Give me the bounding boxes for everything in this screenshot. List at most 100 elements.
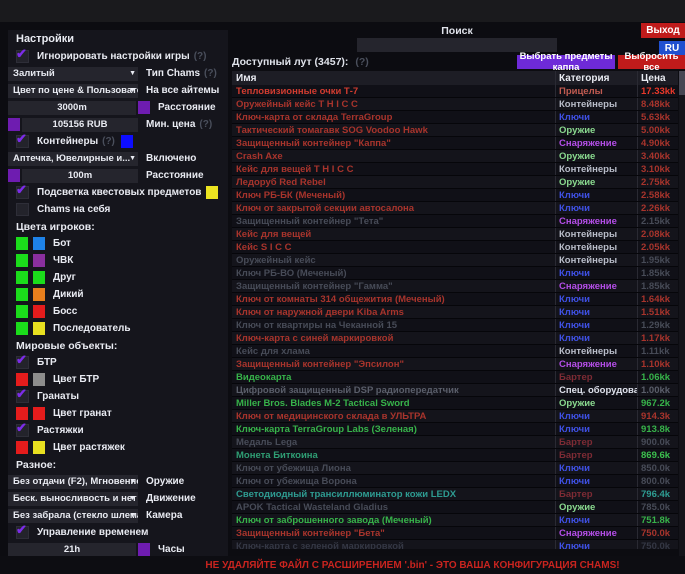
- help-hint[interactable]: (?): [199, 119, 212, 130]
- table-row[interactable]: Защищенный контейнер "Гамма"Снаряжение1.…: [232, 280, 678, 293]
- ignore-game-settings-checkbox[interactable]: ✔: [16, 50, 29, 63]
- item-category: Снаряжение: [556, 280, 638, 292]
- min-price-input[interactable]: 105156 RUB: [22, 118, 138, 132]
- table-row[interactable]: Кейс для хламаКонтейнеры1.11kk: [232, 345, 678, 358]
- table-row[interactable]: Ключ РБ-ВО (Меченый)Ключи1.85kk: [232, 267, 678, 280]
- hours-input[interactable]: 21h: [8, 543, 136, 557]
- table-row[interactable]: Ледоруб Red RebelОружие2.75kk: [232, 176, 678, 189]
- search-input[interactable]: [357, 38, 557, 52]
- table-row[interactable]: Ключ-карта с зеленой маркировкойКлючи750…: [232, 540, 678, 549]
- item-category: Оружие: [556, 124, 638, 136]
- visible-color-swatch[interactable]: [16, 407, 28, 420]
- table-row[interactable]: Ключ от квартиры на Чеканной 15Ключи1.29…: [232, 319, 678, 332]
- self-chams-checkbox[interactable]: [16, 203, 29, 216]
- table-row[interactable]: Тепловизионные очки Т-7Прицелы17.33kk: [232, 85, 678, 98]
- chams-type-dropdown[interactable]: Залитый ▼: [8, 67, 138, 81]
- table-row[interactable]: Медаль LegaБартер900.0k: [232, 436, 678, 449]
- item-name: Ключ от медицинского склада в УЛЬТРА: [232, 410, 556, 422]
- visible-color-swatch[interactable]: [16, 373, 28, 386]
- table-row[interactable]: Ключ от заброшенного завода (Меченый)Клю…: [232, 514, 678, 527]
- containers-filter-row: Аптечка, Ювелирные и... ▼ Включено: [8, 150, 228, 167]
- scrollbar-thumb[interactable]: [679, 71, 685, 95]
- containers-checkbox[interactable]: ✔: [16, 135, 29, 148]
- visible-color-swatch[interactable]: [16, 305, 28, 318]
- tripwires-checkbox[interactable]: ✔: [16, 424, 29, 437]
- column-header-price[interactable]: Цена: [638, 71, 678, 85]
- camera-dropdown[interactable]: Без забрала (стекло шлема) ▼: [8, 509, 138, 523]
- help-hint[interactable]: (?): [355, 56, 368, 68]
- table-row[interactable]: Ключ от комнаты 314 общежития (Меченый)К…: [232, 293, 678, 306]
- column-header-name[interactable]: Имя: [232, 71, 556, 85]
- table-row[interactable]: Защищенный контейнер "Тета"Снаряжение2.1…: [232, 215, 678, 228]
- table-row[interactable]: Тактический томагавк SOG Voodoo HawkОруж…: [232, 124, 678, 137]
- time-control-checkbox[interactable]: ✔: [16, 526, 29, 539]
- table-row[interactable]: Светодиодный трансиллюминатор кожи LEDXБ…: [232, 488, 678, 501]
- help-hint[interactable]: (?): [194, 51, 207, 62]
- item-price: 2.75kk: [638, 176, 678, 188]
- hidden-color-swatch[interactable]: [33, 288, 45, 301]
- btr-checkbox[interactable]: ✔: [16, 356, 29, 369]
- table-row[interactable]: Защищенный контейнер "Каппа"Снаряжение4.…: [232, 137, 678, 150]
- movement-dropdown[interactable]: Беск. выносливость и нет уста ▼: [8, 492, 138, 506]
- table-row[interactable]: Ключ от убежища ЛионаКлючи850.0k: [232, 462, 678, 475]
- hidden-color-swatch[interactable]: [33, 271, 45, 284]
- table-row[interactable]: Кейс для вещейКонтейнеры2.08kk: [232, 228, 678, 241]
- table-row[interactable]: Ключ-карта с синей маркировкойКлючи1.17k…: [232, 332, 678, 345]
- column-header-category[interactable]: Категория: [556, 71, 638, 85]
- table-scrollbar[interactable]: [679, 71, 685, 556]
- table-row[interactable]: Ключ от медицинского склада в УЛЬТРАКлюч…: [232, 410, 678, 423]
- help-hint[interactable]: (?): [102, 136, 115, 147]
- visible-color-swatch[interactable]: [16, 441, 28, 454]
- min-price-color-swatch[interactable]: [8, 118, 20, 131]
- hidden-color-swatch[interactable]: [33, 322, 45, 335]
- quest-highlight-checkbox[interactable]: ✔: [16, 186, 29, 199]
- select-kappa-items-button[interactable]: Выбрать предметы каппа: [517, 55, 615, 69]
- containers-filter-dropdown[interactable]: Аптечка, Ювелирные и... ▼: [8, 152, 138, 166]
- visible-color-swatch[interactable]: [16, 288, 28, 301]
- table-row[interactable]: Ключ-карта TerraGroup Labs (Зеленая)Ключ…: [232, 423, 678, 436]
- table-row[interactable]: Miller Bros. Blades M-2 Tactical SwordОр…: [232, 397, 678, 410]
- table-row[interactable]: Оружейный кейсКонтейнеры1.95kk: [232, 254, 678, 267]
- help-hint[interactable]: (?): [204, 68, 217, 79]
- containers-distance-input[interactable]: 100m: [22, 169, 138, 183]
- weapon-dropdown[interactable]: Без отдачи (F2), Мгновенное п ▼: [8, 475, 138, 489]
- hidden-color-swatch[interactable]: [33, 237, 45, 250]
- item-price: 869.6k: [638, 449, 678, 461]
- table-row[interactable]: ВидеокартаБартер1.06kk: [232, 371, 678, 384]
- item-category: Бартер: [556, 488, 638, 500]
- hidden-color-swatch[interactable]: [33, 441, 45, 454]
- color-mode-dropdown[interactable]: Цвет по цене & Пользователь ▼: [8, 84, 138, 98]
- containers-distance-row: 100m Расстояние: [8, 167, 228, 184]
- table-row[interactable]: APOK Tactical Wasteland GladiusОружие785…: [232, 501, 678, 514]
- visible-color-swatch[interactable]: [16, 254, 28, 267]
- visible-color-swatch[interactable]: [16, 237, 28, 250]
- hidden-color-swatch[interactable]: [33, 254, 45, 267]
- table-row[interactable]: Оружейный кейс T H I C CКонтейнеры8.48kk: [232, 98, 678, 111]
- drop-all-button[interactable]: Выбросить все: [618, 55, 685, 69]
- visible-color-swatch[interactable]: [16, 322, 28, 335]
- table-row[interactable]: Ключ-карта от склада TerraGroupКлючи5.63…: [232, 111, 678, 124]
- table-row[interactable]: Crash AxeОружие3.40kk: [232, 150, 678, 163]
- quest-color-swatch[interactable]: [206, 186, 218, 199]
- table-row[interactable]: Монета БиткоинаБартер869.6k: [232, 449, 678, 462]
- hidden-color-swatch[interactable]: [33, 407, 45, 420]
- table-row[interactable]: Защищенный контейнер "Эпсилон"Снаряжение…: [232, 358, 678, 371]
- distance-input[interactable]: 3000m: [8, 101, 136, 115]
- table-row[interactable]: Цифровой защищенный DSP радиопередатчикС…: [232, 384, 678, 397]
- table-row[interactable]: Ключ от закрытой секции автосалонаКлючи2…: [232, 202, 678, 215]
- table-row[interactable]: Кейс S I C CКонтейнеры2.05kk: [232, 241, 678, 254]
- containers-color-swatch[interactable]: [121, 135, 133, 148]
- table-row[interactable]: Ключ от убежища ВоронаКлючи800.0k: [232, 475, 678, 488]
- table-row[interactable]: Кейс для вещей T H I C CКонтейнеры3.10kk: [232, 163, 678, 176]
- grenades-checkbox[interactable]: ✔: [16, 390, 29, 403]
- table-row[interactable]: Защищенный контейнер "Бета"Снаряжение750…: [232, 527, 678, 540]
- hours-color-swatch[interactable]: [138, 543, 150, 556]
- hidden-color-swatch[interactable]: [33, 305, 45, 318]
- exit-button[interactable]: Выход: [641, 23, 685, 38]
- table-row[interactable]: Ключ от наружной двери Kiba ArmsКлючи1.5…: [232, 306, 678, 319]
- table-row[interactable]: Ключ РБ-БК (Меченый)Ключи2.58kk: [232, 189, 678, 202]
- containers-distance-color-swatch[interactable]: [8, 169, 20, 182]
- visible-color-swatch[interactable]: [16, 271, 28, 284]
- hidden-color-swatch[interactable]: [33, 373, 45, 386]
- distance-color-swatch[interactable]: [138, 101, 150, 114]
